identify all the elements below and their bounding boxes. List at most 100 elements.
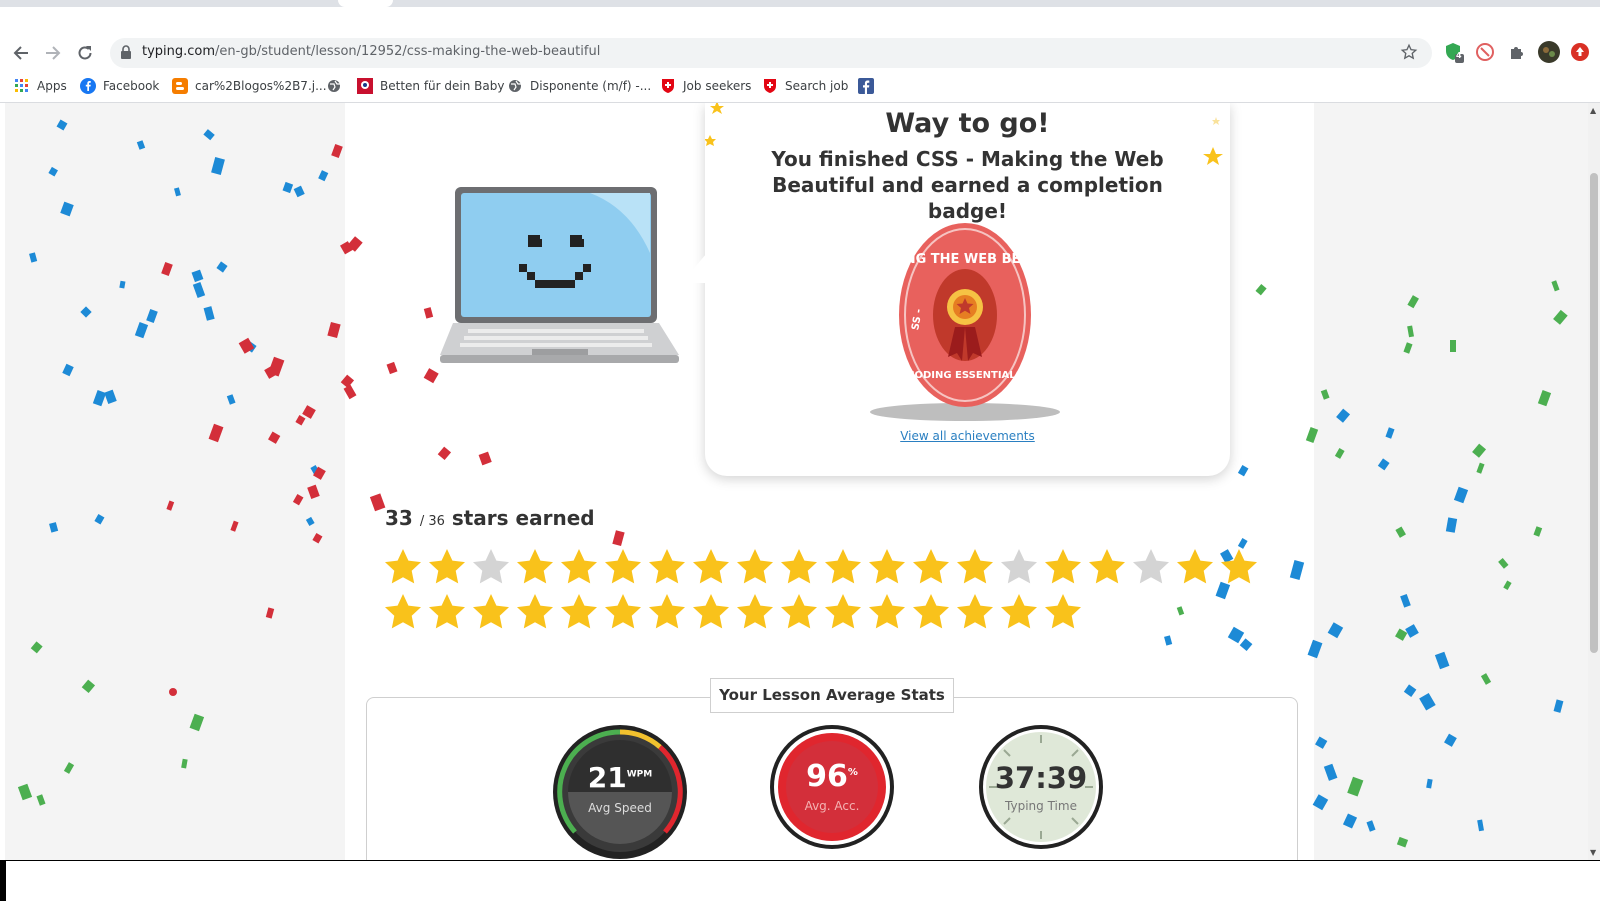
avg-accuracy-unit: % <box>847 767 858 778</box>
star-earned-icon <box>913 549 949 584</box>
bookmark-label: Apps <box>37 79 67 93</box>
shield-extension-icon[interactable]: 4 <box>1443 41 1465 63</box>
facebook-icon <box>80 78 96 94</box>
bookmark-baby-beds[interactable]: Betten für dein Baby <box>357 76 504 96</box>
star-earned-icon <box>385 594 421 629</box>
avg-speed-unit: WPM <box>626 769 653 780</box>
star-earned-icon <box>957 549 993 584</box>
back-icon[interactable] <box>8 40 34 66</box>
lock-icon[interactable] <box>120 45 132 64</box>
avg-speed-label: Avg Speed <box>588 801 652 815</box>
bookmark-label: Betten für dein Baby <box>380 79 505 93</box>
star-earned-icon <box>913 594 949 629</box>
bookmark-label: Facebook <box>103 79 160 93</box>
star-earned-icon <box>825 594 861 629</box>
reload-icon[interactable] <box>72 40 98 66</box>
bookmark-job-seekers[interactable]: Job seekers <box>660 76 751 96</box>
star-earned-icon <box>869 549 905 584</box>
update-icon[interactable] <box>1569 41 1591 63</box>
bookmark-disponente[interactable]: Disponente (m/f) -... <box>507 76 651 96</box>
star-earned-icon <box>1045 549 1081 584</box>
stars-total-count: / 36 <box>419 514 445 529</box>
star-earned-icon <box>473 594 509 629</box>
star-earned-icon <box>517 549 553 584</box>
star-earned-icon <box>693 549 729 584</box>
star-earned-icon <box>825 549 861 584</box>
star-empty-icon <box>1133 549 1169 584</box>
apps-grid-icon <box>14 78 30 94</box>
bookmark-globe[interactable] <box>326 76 349 96</box>
active-tab-edge[interactable] <box>338 0 393 7</box>
extensions-puzzle-icon[interactable] <box>1506 41 1528 63</box>
scroll-down-arrow-icon[interactable]: ▼ <box>1590 848 1596 857</box>
bottom-taskbar-edge <box>0 860 1600 901</box>
bookmark-label: car%2Blogos%2B7.j... <box>195 79 327 93</box>
bookmark-facebook-2[interactable] <box>858 76 881 96</box>
bookmark-label: Job seekers <box>683 79 752 93</box>
badge-ring-bottom-text: CODING ESSENTIALS <box>907 370 1023 381</box>
typing-time-value: 37:39 <box>994 761 1088 795</box>
url-text: typing.com/en-gb/student/lesson/12952/cs… <box>142 44 600 59</box>
star-earned-icon <box>957 594 993 629</box>
swiss-shield-icon <box>660 78 676 94</box>
star-earned-icon <box>781 594 817 629</box>
avg-speed-gauge: 21WPM Avg Speed <box>553 725 687 859</box>
bookmark-label: Search job <box>785 79 849 93</box>
star-earned-icon <box>429 594 465 629</box>
star-earned-icon <box>1045 594 1081 629</box>
page-scrollbar[interactable]: ▲ ▼ <box>1588 103 1600 860</box>
stars-earned-heading: 33 / 36 stars earned <box>385 506 595 530</box>
extension-badge-count: 4 <box>1456 51 1462 60</box>
avg-accuracy-gauge: 96% Avg. Acc. <box>770 725 894 849</box>
scroll-up-arrow-icon[interactable]: ▲ <box>1590 106 1596 115</box>
lesson-stats-title: Your Lesson Average Stats <box>710 678 954 713</box>
baby-store-icon <box>357 78 373 94</box>
address-bar[interactable]: typing.com/en-gb/student/lesson/12952/cs… <box>110 38 1432 68</box>
star-earned-icon <box>429 549 465 584</box>
scrollbar-thumb[interactable] <box>1590 173 1598 653</box>
swiss-shield-icon <box>762 78 778 94</box>
typing-time-label: Typing Time <box>1005 799 1077 813</box>
blogger-icon <box>172 78 188 94</box>
star-earned-icon <box>561 549 597 584</box>
star-earned-icon <box>693 594 729 629</box>
url-host: typing.com <box>142 44 216 59</box>
star-earned-icon <box>1221 549 1257 584</box>
star-earned-icon <box>781 549 817 584</box>
avg-speed-value-line: 21WPM <box>553 761 687 794</box>
star-earned-icon <box>869 594 905 629</box>
page-viewport[interactable]: Way to go! You finished CSS - Making the… <box>0 103 1588 860</box>
bookmark-car-logos[interactable]: car%2Blogos%2B7.j... <box>172 76 327 96</box>
adblock-extension-icon[interactable] <box>1474 41 1496 63</box>
badge-ring-top-text: MAKING THE WEB BEAUTIF <box>867 252 1063 267</box>
star-earned-icon <box>517 594 553 629</box>
bookmark-label: Disponente (m/f) -... <box>530 79 652 93</box>
bookmark-facebook[interactable]: Facebook <box>80 76 159 96</box>
star-earned-icon <box>1089 549 1125 584</box>
completion-card: Way to go! You finished CSS - Making the… <box>681 103 1230 476</box>
completion-badge-icon[interactable]: MAKING THE WEB BEAUTIF CODING ESSENTIALS… <box>865 215 1065 425</box>
forward-icon[interactable] <box>40 40 66 66</box>
star-earned-icon <box>605 549 641 584</box>
star-empty-icon <box>473 549 509 584</box>
bookmark-star-icon[interactable] <box>1400 43 1418 65</box>
star-earned-icon <box>649 549 685 584</box>
stars-row-1 <box>383 547 1259 587</box>
star-empty-icon <box>1001 549 1037 584</box>
star-earned-icon <box>1001 594 1037 629</box>
star-earned-icon <box>737 594 773 629</box>
completion-message: You finished CSS - Making the Web Beauti… <box>771 147 1164 223</box>
star-earned-icon <box>385 549 421 584</box>
star-earned-icon <box>605 594 641 629</box>
typing-time-gauge: 37:39 Typing Time <box>979 725 1103 849</box>
url-path: /en-gb/student/lesson/12952/css-making-t… <box>215 44 601 59</box>
view-all-achievements-link[interactable]: View all achievements <box>705 429 1230 443</box>
completion-heading: Way to go! <box>885 108 1050 139</box>
profile-avatar[interactable] <box>1537 40 1561 64</box>
bookmark-search-job[interactable]: Search job <box>762 76 848 96</box>
star-earned-icon <box>649 594 685 629</box>
avg-speed-value: 21 <box>587 761 627 794</box>
stars-row-2 <box>383 592 1083 632</box>
bookmark-apps[interactable]: Apps <box>14 76 67 96</box>
star-earned-icon <box>561 594 597 629</box>
